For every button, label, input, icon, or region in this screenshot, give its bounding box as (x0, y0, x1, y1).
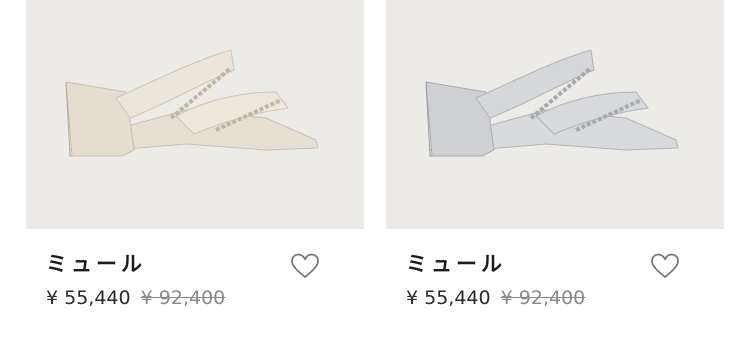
wishlist-button[interactable] (290, 252, 320, 280)
heart-outline-icon (650, 252, 680, 280)
original-price: ¥ 92,400 (140, 287, 226, 309)
product-image[interactable] (26, 0, 364, 229)
product-title[interactable]: ミュール (406, 248, 506, 278)
product-title[interactable]: ミュール (46, 248, 146, 278)
heart-outline-icon (290, 252, 320, 280)
silver-mule-illustration (425, 49, 679, 157)
cream-mule-illustration (65, 49, 319, 157)
sale-price: ¥ 55,440 (46, 287, 131, 309)
wishlist-button[interactable] (650, 252, 680, 280)
original-price: ¥ 92,400 (500, 287, 586, 309)
price-row: ¥ 55,440 ¥ 92,400 (406, 287, 585, 309)
product-card[interactable]: ミュール ¥ 55,440 ¥ 92,400 (386, 0, 724, 344)
product-card[interactable]: ミュール ¥ 55,440 ¥ 92,400 (26, 0, 364, 344)
sale-price: ¥ 55,440 (406, 287, 491, 309)
product-image[interactable] (386, 0, 724, 229)
price-row: ¥ 55,440 ¥ 92,400 (46, 287, 225, 309)
